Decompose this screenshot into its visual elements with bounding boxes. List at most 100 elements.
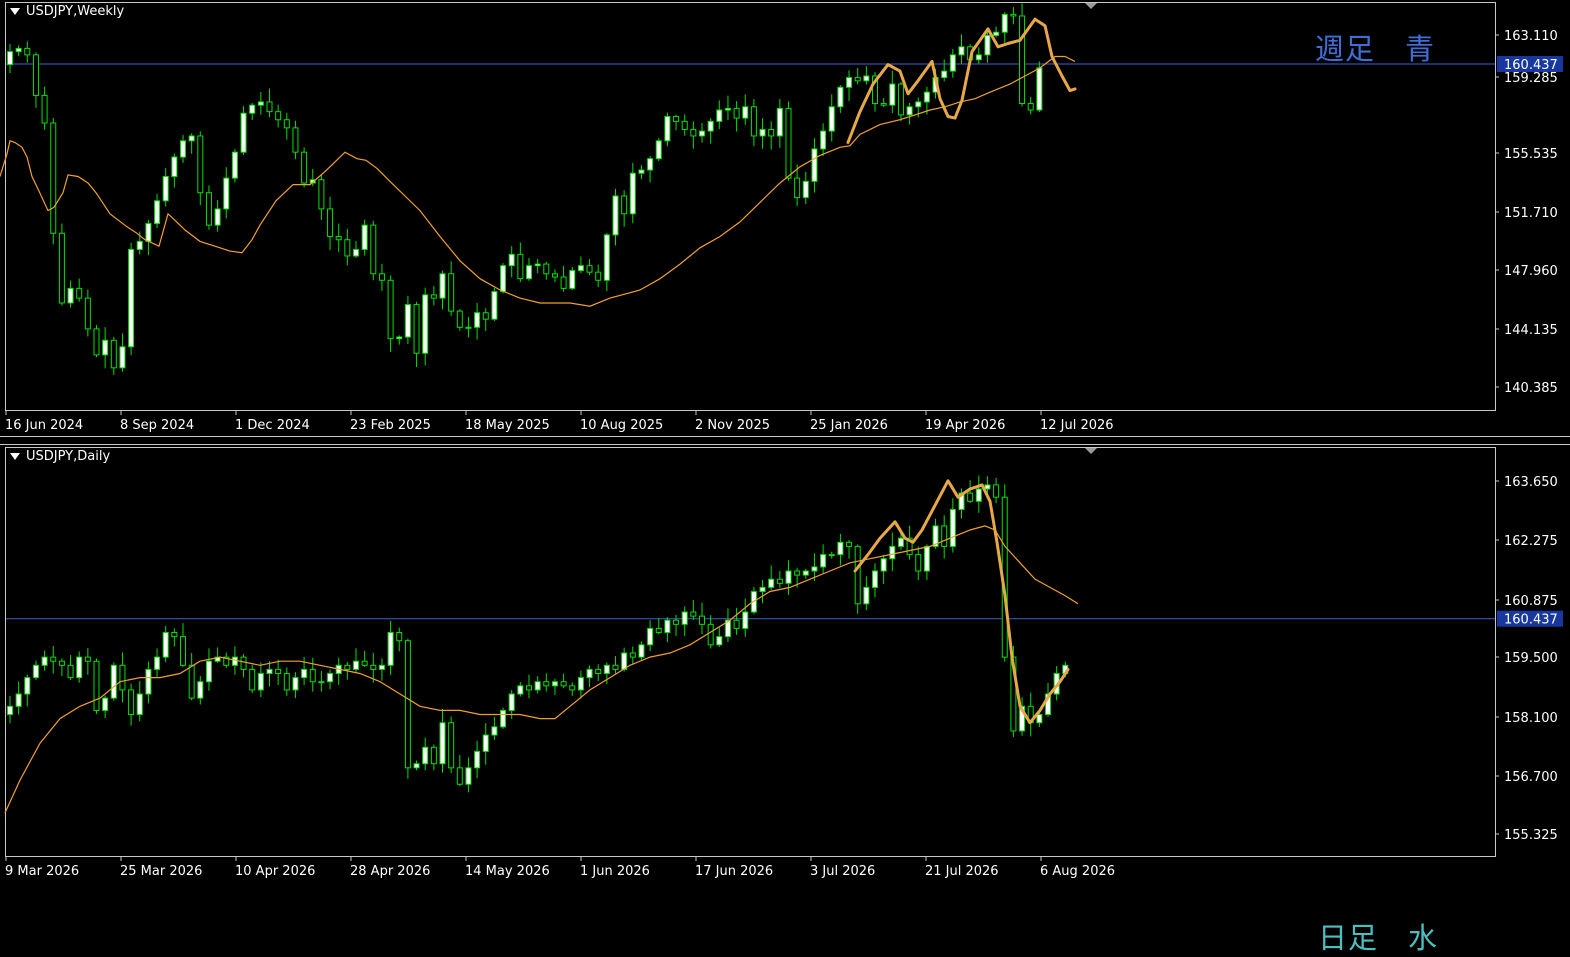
x-axis-label: 1 Jun 2026	[580, 864, 650, 879]
candle-body	[378, 664, 385, 670]
y-axis-label: 155.325	[1504, 828, 1558, 843]
candle-body	[154, 656, 161, 670]
candle-body	[915, 554, 922, 572]
candle-body	[854, 545, 861, 605]
candle-body	[76, 656, 83, 679]
candle-body	[975, 54, 982, 61]
candle-body	[32, 664, 39, 679]
candle-body	[413, 763, 420, 769]
candle-body	[430, 294, 437, 299]
candle-body	[612, 195, 619, 236]
candle-body	[923, 545, 930, 572]
candle-body	[128, 248, 135, 348]
candle-body	[846, 541, 853, 547]
candle-body	[378, 273, 385, 281]
dropdown-triangle-icon[interactable]	[10, 8, 20, 15]
candle-body	[266, 668, 273, 675]
candle-body	[612, 664, 619, 670]
candle-body	[370, 664, 377, 670]
candle-body	[318, 179, 325, 210]
x-axis-label: 1 Dec 2024	[235, 418, 310, 433]
candle-body	[188, 664, 195, 699]
candle-body	[716, 109, 723, 122]
daily-chart-pane[interactable]: 163.650 162.275 160.875 159.500 158.100 156.7…	[0, 445, 1570, 955]
candle-body	[465, 767, 472, 785]
candle-body	[846, 77, 853, 88]
candle-body	[534, 263, 541, 267]
candle-body	[975, 488, 982, 502]
candle-body	[742, 106, 749, 119]
weekly-symbol-label[interactable]: USDJPY,Weekly	[10, 4, 124, 19]
candle-body	[102, 339, 109, 356]
candle-body	[404, 304, 411, 338]
candle-body	[292, 677, 299, 691]
candle-body	[7, 705, 13, 716]
daily-chart-svg[interactable]: 163.650 162.275 160.875 159.500 158.100 156.7…	[0, 445, 1570, 882]
candle-body	[214, 208, 221, 226]
y-axis-label: 155.535	[1504, 147, 1558, 162]
candle-body	[673, 619, 680, 625]
candle-body	[327, 208, 334, 237]
candle-body	[119, 346, 126, 369]
candle-body	[569, 270, 576, 289]
candle-body	[231, 151, 238, 179]
candle-body	[681, 120, 688, 130]
candle-body	[301, 668, 308, 679]
candle-body	[759, 586, 766, 593]
candle-body	[768, 128, 775, 137]
candle-body	[828, 106, 835, 132]
candle-body	[197, 681, 204, 699]
candle-body	[67, 287, 74, 304]
candle-body	[387, 632, 394, 666]
candle-body	[370, 224, 377, 275]
candle-body	[456, 767, 463, 785]
candle-body	[7, 51, 13, 66]
weekly-chart-pane[interactable]: 163.110 159.285 155.535 151.710 147.960 144.1…	[0, 0, 1570, 436]
candle-body	[768, 578, 775, 588]
candle-body	[629, 652, 636, 658]
candle-body	[526, 265, 532, 280]
candle-body	[551, 273, 558, 278]
candle-body	[361, 660, 368, 666]
candle-body	[603, 234, 610, 281]
candle-body	[577, 265, 584, 272]
candle-body	[863, 586, 870, 605]
x-axis-label: 12 Jul 2026	[1040, 418, 1114, 433]
candle-body	[275, 111, 282, 121]
candle-body	[508, 253, 515, 267]
candle-body	[387, 279, 394, 340]
pane-divider[interactable]	[0, 436, 1570, 445]
candle-body	[560, 681, 567, 687]
price-tag: 160.437	[1497, 56, 1563, 73]
candle-body	[1036, 714, 1043, 724]
candle-body	[474, 312, 481, 328]
y-axis-label: 140.385	[1504, 381, 1558, 396]
candle-body	[923, 91, 930, 103]
candle-body	[889, 83, 896, 106]
candle-body	[534, 681, 541, 691]
x-axis-label: 14 May 2026	[465, 864, 550, 879]
dropdown-triangle-icon[interactable]	[10, 453, 20, 460]
candle-body	[820, 130, 827, 150]
daily-symbol-label[interactable]: USDJPY,Daily	[10, 449, 110, 464]
y-axis-label: 163.650	[1504, 475, 1558, 490]
candle-body	[275, 668, 282, 675]
candle-body	[240, 656, 247, 670]
candle-body	[655, 627, 662, 634]
candle-body	[638, 644, 645, 658]
candle-body	[560, 276, 567, 289]
candle-body	[958, 46, 965, 56]
candle-body	[776, 578, 783, 584]
candle-body	[543, 681, 550, 687]
candle-body	[681, 611, 688, 625]
candle-body	[465, 326, 472, 329]
candle-body	[119, 664, 126, 691]
candle-body	[162, 176, 169, 202]
candle-body	[577, 677, 584, 691]
candle-body	[1027, 103, 1034, 111]
candle-body	[707, 120, 714, 132]
y-axis-label: 159.500	[1504, 651, 1558, 666]
candle-body	[872, 570, 878, 588]
x-axis-label: 21 Jul 2026	[925, 864, 999, 879]
candle-body	[1010, 13, 1017, 17]
